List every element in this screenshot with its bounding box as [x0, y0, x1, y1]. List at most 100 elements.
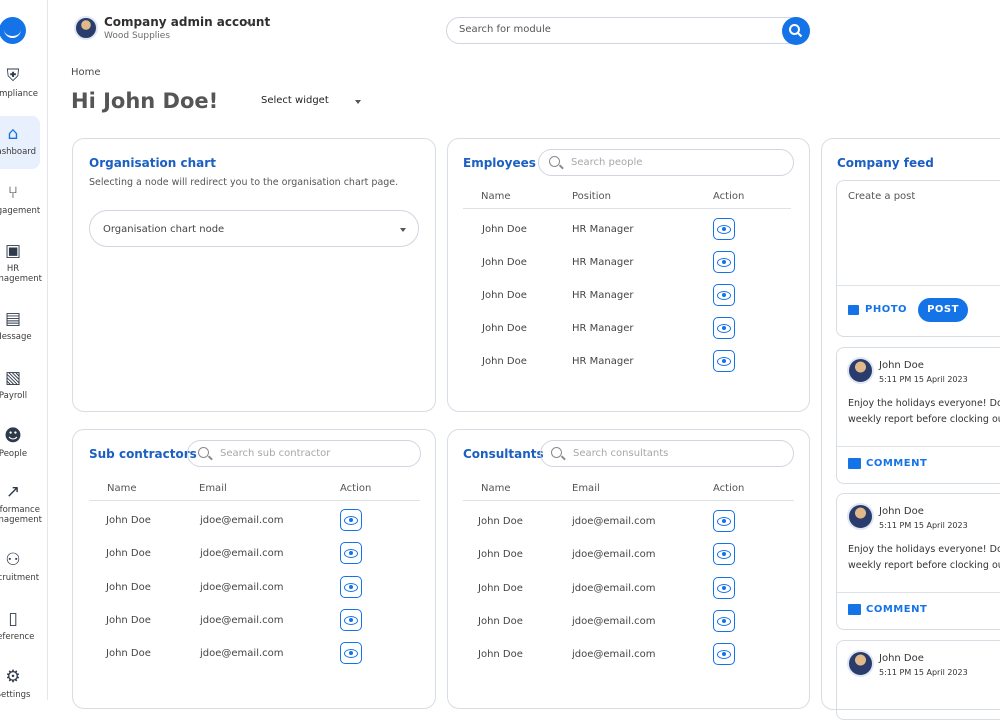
- caret-down-icon[interactable]: [355, 100, 361, 104]
- cell-name: John Doe: [478, 516, 523, 527]
- home-icon: ⌂: [7, 124, 19, 144]
- comment-icon[interactable]: [848, 458, 861, 469]
- employees-title: Employees: [463, 156, 536, 170]
- column-header: Name: [481, 191, 511, 202]
- view-eye-icon[interactable]: [340, 575, 362, 598]
- post-author[interactable]: John Doe: [879, 360, 924, 371]
- subcontractors-title: Sub contractors: [89, 447, 197, 461]
- divider: [89, 500, 420, 501]
- cell-name: John Doe: [482, 257, 527, 268]
- post-timestamp: 5:11 PM 15 April 2023: [879, 668, 968, 677]
- divider: [463, 500, 794, 501]
- cell-name: John Doe: [478, 615, 523, 627]
- view-eye-icon[interactable]: [713, 218, 735, 240]
- comment-button[interactable]: COMMENT: [866, 458, 927, 469]
- cell-position: HR Manager: [572, 257, 634, 268]
- post-author[interactable]: John Doe: [879, 653, 924, 664]
- view-eye-icon[interactable]: [340, 608, 362, 631]
- avatar: [847, 357, 874, 384]
- post-text: weekly report before clocking ou: [848, 560, 1000, 571]
- view-eye-icon[interactable]: [713, 284, 735, 306]
- cell-position: HR Manager: [572, 290, 634, 301]
- consultants-search-input[interactable]: Search consultants: [540, 440, 794, 467]
- recruitment-icon: ⚇: [5, 550, 21, 570]
- message-icon: ▤: [4, 309, 22, 329]
- sidebar-item-people[interactable]: ☻ People: [0, 426, 40, 466]
- page-title: Hi John Doe!: [71, 89, 219, 113]
- cell-name: John Doe: [106, 515, 151, 526]
- cell-name: John Doe: [106, 648, 151, 660]
- image-icon[interactable]: [848, 305, 859, 315]
- gear-icon: ⚙: [5, 667, 21, 687]
- book-icon: ▯: [8, 609, 18, 629]
- company-name: Wood Supplies: [104, 31, 171, 41]
- search-icon: [551, 447, 562, 458]
- org-chart-node-select[interactable]: Organisation chart node: [89, 210, 419, 247]
- column-header: Action: [713, 191, 745, 202]
- cell-name: John Doe: [106, 581, 151, 593]
- subcontractors-search-input[interactable]: Search sub contractor: [187, 440, 421, 467]
- column-header: Email: [199, 483, 227, 494]
- comment-icon[interactable]: [848, 604, 861, 615]
- employees-search-input[interactable]: Search people: [538, 149, 794, 176]
- sidebar-item-engagement[interactable]: ⑂ Engagement: [0, 183, 40, 223]
- create-post-input[interactable]: Create a post: [848, 191, 915, 202]
- sidebar: ⛨ Compliance ⌂ Dashboard ⑂ Engagement ▣ …: [0, 0, 48, 700]
- view-eye-icon[interactable]: [340, 509, 362, 531]
- search-icon: [549, 156, 560, 167]
- cell-name: John Doe: [478, 649, 523, 661]
- view-eye-icon[interactable]: [340, 642, 362, 665]
- divider: [463, 208, 791, 209]
- org-chart-title: Organisation chart: [89, 156, 216, 170]
- sidebar-item-hr-management[interactable]: ▣ HR Management: [0, 241, 42, 291]
- view-eye-icon[interactable]: [340, 542, 362, 565]
- cell-email: jdoe@email.com: [572, 615, 656, 627]
- select-widget-dropdown[interactable]: Select widget: [261, 95, 329, 106]
- hr-icon: ▣: [4, 241, 22, 261]
- divider: [837, 285, 1000, 286]
- sidebar-item-payroll[interactable]: ▧ Payroll: [0, 368, 40, 408]
- payroll-icon: ▧: [4, 368, 22, 388]
- sidebar-item-settings[interactable]: ⚙ Settings: [0, 667, 40, 700]
- sidebar-item-message[interactable]: ▤ Message: [0, 309, 40, 349]
- column-header: Email: [572, 483, 600, 494]
- shield-check-icon: ⛨: [6, 66, 20, 86]
- avatar: [847, 503, 874, 530]
- view-eye-icon[interactable]: [713, 609, 735, 632]
- cell-position: HR Manager: [572, 323, 634, 334]
- sidebar-item-reference[interactable]: ▯ Reference: [0, 609, 40, 649]
- cell-email: jdoe@email.com: [572, 582, 656, 594]
- cell-position: HR Manager: [572, 356, 634, 367]
- view-eye-icon[interactable]: [713, 543, 735, 566]
- post-author[interactable]: John Doe: [879, 506, 924, 517]
- cell-name: John Doe: [482, 290, 527, 301]
- cell-email: jdoe@email.com: [572, 649, 656, 661]
- column-header: Position: [572, 191, 611, 202]
- app-logo[interactable]: [0, 17, 26, 44]
- account-avatar[interactable]: [74, 16, 98, 40]
- cell-email: jdoe@email.com: [200, 648, 284, 660]
- cell-name: John Doe: [482, 323, 527, 334]
- cell-name: John Doe: [478, 582, 523, 594]
- post-button[interactable]: POST: [918, 298, 968, 322]
- view-eye-icon[interactable]: [713, 251, 735, 273]
- view-eye-icon[interactable]: [713, 510, 735, 532]
- comment-button[interactable]: COMMENT: [866, 604, 927, 615]
- sidebar-item-recruitment[interactable]: ⚇ Recruitment: [0, 550, 40, 590]
- sidebar-item-performance-management[interactable]: ↗ Performance Management: [0, 482, 42, 532]
- search-button[interactable]: [782, 17, 810, 45]
- performance-icon: ↗: [5, 482, 21, 502]
- view-eye-icon[interactable]: [713, 350, 735, 372]
- org-chart-description: Selecting a node will redirect you to th…: [89, 177, 399, 188]
- photo-button[interactable]: PHOTO: [865, 304, 907, 315]
- view-eye-icon[interactable]: [713, 643, 735, 666]
- cell-name: John Doe: [482, 356, 527, 367]
- post-timestamp: 5:11 PM 15 April 2023: [879, 521, 968, 530]
- view-eye-icon[interactable]: [713, 576, 735, 599]
- breadcrumb[interactable]: Home: [71, 67, 101, 78]
- module-search-input[interactable]: Search for module: [446, 17, 810, 44]
- sidebar-item-compliance[interactable]: ⛨ Compliance: [0, 66, 40, 106]
- consultants-title: Consultants: [463, 447, 544, 461]
- view-eye-icon[interactable]: [713, 317, 735, 339]
- sidebar-item-dashboard[interactable]: ⌂ Dashboard: [0, 116, 40, 169]
